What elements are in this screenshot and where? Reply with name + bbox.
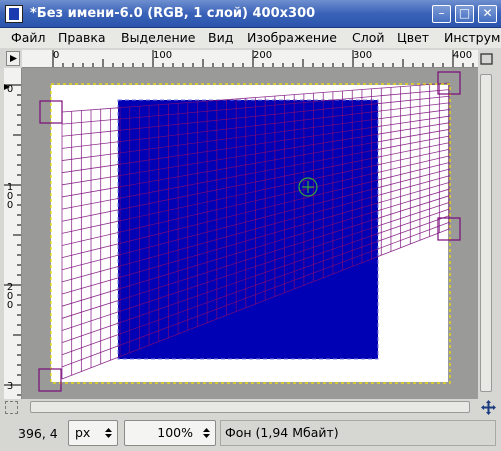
ruler-label: 100 [153, 50, 173, 61]
zoom-select[interactable]: 100% [124, 420, 216, 446]
close-icon: ✕ [482, 6, 493, 20]
ruler-label: 400 [453, 50, 473, 61]
ruler-label: 0 [53, 50, 60, 61]
menu-select[interactable]: Выделение [121, 30, 195, 45]
menu-arrow-button[interactable] [6, 51, 20, 66]
triangle-right-icon [10, 55, 17, 62]
minimize-icon: – [438, 6, 445, 20]
horizontal-ruler[interactable]: 0 100 200 300 400 [22, 50, 478, 68]
menu-file[interactable]: Файл [11, 30, 46, 45]
ruler-ticks [4, 84, 21, 396]
blue-fill-layer [118, 100, 378, 359]
close-button[interactable]: ✕ [478, 5, 497, 23]
menu-tools[interactable]: Инструм [444, 30, 500, 45]
menu-colors[interactable]: Цвет [397, 30, 429, 45]
quick-mask-toggle[interactable] [5, 401, 18, 414]
zoom-fit-icon [480, 53, 493, 65]
vertical-ruler[interactable]: 0 100 200 3 [4, 68, 22, 399]
minimize-button[interactable]: – [432, 5, 451, 23]
image-canvas[interactable] [22, 68, 478, 399]
ruler-label: 200 [253, 50, 273, 61]
horizontal-scrollbar[interactable] [22, 399, 478, 415]
transform-preview [38, 71, 461, 392]
unit-select[interactable]: px [68, 420, 118, 446]
move-cross-icon [481, 400, 496, 415]
maximize-button[interactable]: □ [455, 5, 474, 23]
layer-info: Фон (1,94 Мбайт) [220, 420, 496, 446]
ruler-label: 3 [6, 381, 14, 392]
ruler-label: 300 [353, 50, 373, 61]
ruler-ticks [52, 50, 474, 67]
navigate-button[interactable] [481, 400, 496, 415]
zoom-value: 100% [157, 425, 193, 440]
maximize-icon: □ [458, 6, 471, 20]
scrollbar-thumb[interactable] [30, 401, 470, 413]
ruler-label: 200 [6, 282, 14, 311]
spin-arrows-icon [105, 428, 112, 438]
status-bar: 396, 4 px 100% Фон (1,94 Мбайт) [0, 417, 501, 451]
vertical-scrollbar[interactable] [478, 68, 495, 399]
pointer-coordinates: 396, 4 [18, 426, 58, 441]
menu-bar: Файл Правка Выделение Вид Изображение Сл… [0, 28, 501, 48]
transform-handle-bottom-left[interactable] [38, 368, 62, 392]
ruler-label: 0 [6, 84, 14, 95]
ruler-label: 100 [6, 182, 14, 211]
menu-image[interactable]: Изображение [247, 30, 337, 45]
gimp-image-icon[interactable] [5, 5, 23, 23]
spin-arrows-icon [203, 428, 210, 438]
zoom-image-button[interactable] [479, 51, 495, 67]
menu-layer[interactable]: Слой [352, 30, 385, 45]
window-title: *Без имени-6.0 (RGB, 1 слой) 400x300 [30, 6, 316, 21]
menu-edit[interactable]: Правка [58, 30, 106, 45]
menu-view[interactable]: Вид [208, 30, 233, 45]
unit-value: px [75, 425, 91, 440]
scrollbar-thumb[interactable] [480, 74, 492, 392]
title-bar: *Без имени-6.0 (RGB, 1 слой) 400x300 – □… [0, 0, 501, 28]
